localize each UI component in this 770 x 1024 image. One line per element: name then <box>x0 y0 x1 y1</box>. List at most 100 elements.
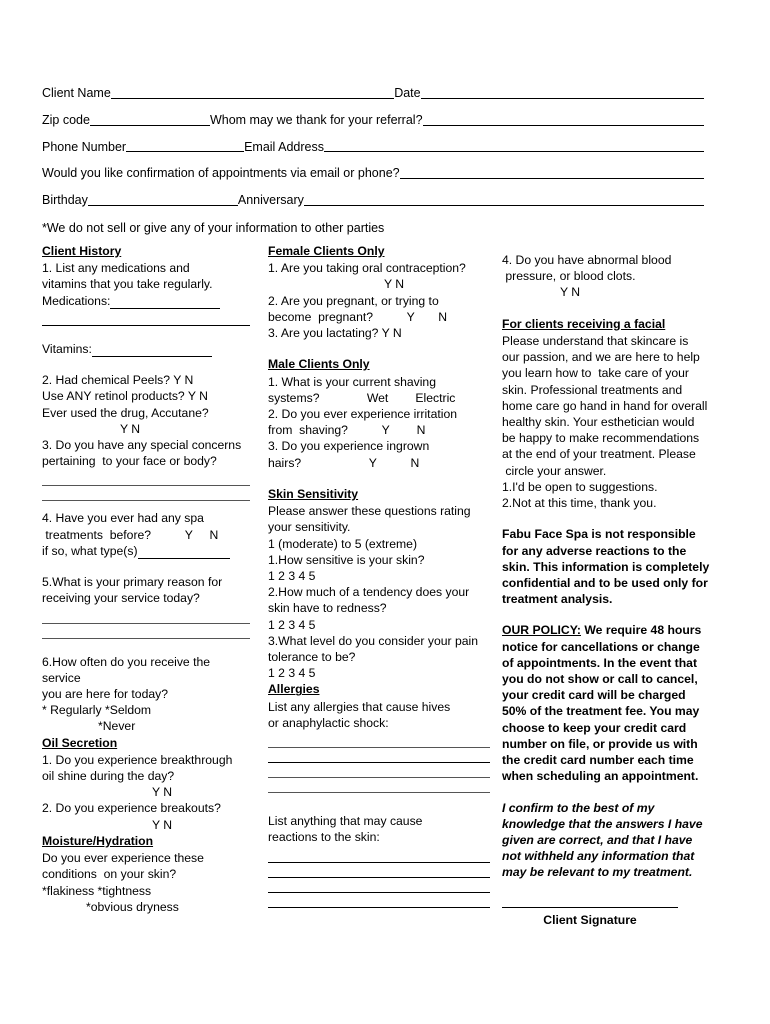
special-concerns-line-1[interactable] <box>42 485 250 487</box>
sensitivity-q3-scale[interactable]: 1 2 3 4 5 <box>268 665 490 681</box>
pregnancy-question[interactable]: 2. Are you pregnant, or trying to become… <box>268 293 490 325</box>
skin-reactions-line-3[interactable] <box>268 891 490 893</box>
spa-type-input[interactable] <box>137 547 230 560</box>
vitamins-field-row: Vitamins: <box>42 341 250 358</box>
service-frequency-options-2[interactable]: *Never <box>42 718 250 734</box>
allergies-line-1[interactable] <box>268 747 490 749</box>
birthday-label: Birthday <box>42 193 88 207</box>
facial-option-1[interactable]: 1.I'd be open to suggestions. <box>502 479 710 495</box>
moisture-hydration-heading: Moisture/Hydration <box>42 833 154 848</box>
cancellation-policy: OUR POLICY: We require 48 hours notice f… <box>502 622 710 784</box>
oral-contraception-yn[interactable]: Y N <box>268 276 490 292</box>
phone-number-input[interactable] <box>126 151 245 153</box>
primary-reason-line-1[interactable] <box>42 622 250 624</box>
phone-email-row: Phone Number Email Address <box>42 140 704 155</box>
oral-contraception-question: 1. Are you taking oral contraception? <box>268 261 466 276</box>
sensitivity-q1: 1.How sensitive is your skin? <box>268 552 425 567</box>
email-address-input[interactable] <box>323 151 704 153</box>
client-history-q1: 1. List any medications and vitamins tha… <box>42 261 213 292</box>
sensitivity-scale-note: 1 (moderate) to 5 (extreme) <box>268 536 418 551</box>
allergies-heading: Allergies <box>268 682 320 697</box>
allergies-line-3[interactable] <box>268 777 490 779</box>
spa-treatments-question[interactable]: 4. Have you ever had any spa treatments … <box>42 510 250 542</box>
accutane-question: Ever used the drug, Accutane? <box>42 405 209 420</box>
phone-number-label: Phone Number <box>42 139 127 154</box>
skin-reactions-line-4[interactable] <box>268 906 490 908</box>
client-name-input[interactable] <box>110 97 395 99</box>
right-column: 4. Do you have abnormal blood pressure, … <box>502 243 710 928</box>
privacy-note: *We do not sell or give any of your info… <box>42 220 385 235</box>
male-clients-heading: Male Clients Only <box>268 357 370 372</box>
allergies-hives-question: List any allergies that cause hives or a… <box>268 699 451 730</box>
moisture-options-2[interactable]: *obvious dryness <box>42 899 250 915</box>
zip-referral-row: Zip code Whom may we thank for your refe… <box>42 113 704 128</box>
facial-clients-heading: For clients receiving a facial <box>502 316 666 331</box>
anniversary-label: Anniversary <box>237 193 304 207</box>
policy-body: We require 48 hours notice for cancellat… <box>502 623 702 784</box>
medications-input[interactable] <box>110 297 221 309</box>
date-input[interactable] <box>420 97 704 99</box>
left-column: Client History 1. List any medications a… <box>42 243 250 915</box>
spa-type-row: if so, what type(s) <box>42 543 250 560</box>
facial-clients-body: Please understand that skincare is our p… <box>502 333 708 478</box>
skin-reactions-line-1[interactable] <box>268 861 490 863</box>
anniversary-input[interactable] <box>303 204 704 206</box>
middle-column: Female Clients Only 1. Are you taking or… <box>268 243 490 908</box>
shaving-system-question[interactable]: 1. What is your current shaving systems?… <box>268 374 490 406</box>
referral-label: Whom may we thank for your referral? <box>209 112 423 127</box>
medications-field-row: Medications: <box>42 293 250 309</box>
moisture-options-1[interactable]: *flakiness *tightness <box>42 883 250 899</box>
blood-pressure-yn[interactable]: Y N <box>502 284 710 300</box>
allergies-line-2[interactable] <box>268 762 490 764</box>
lactating-question[interactable]: 3. Are you lactating? Y N <box>268 325 490 341</box>
vitamins-label: Vitamins: <box>42 341 92 356</box>
retinol-products-question[interactable]: Use ANY retinol products? Y N <box>42 388 250 404</box>
sensitivity-q2-scale[interactable]: 1 2 3 4 5 <box>268 617 490 633</box>
female-clients-heading: Female Clients Only <box>268 244 385 258</box>
accutane-yn[interactable]: Y N <box>42 421 250 437</box>
oil-shine-question: 1. Do you experience breakthrough oil sh… <box>42 752 233 784</box>
confirmation-pref-label: Would you like confirmation of appointme… <box>42 166 400 181</box>
client-history-heading: Client History <box>42 244 122 258</box>
moisture-conditions-question: Do you ever experience these conditions … <box>42 851 204 882</box>
liability-statement: Fabu Face Spa is not responsible for any… <box>502 527 710 607</box>
chemical-peels-question[interactable]: 2. Had chemical Peels? Y N <box>42 372 250 388</box>
sensitivity-q1-scale[interactable]: 1 2 3 4 5 <box>268 568 490 584</box>
oil-shine-yn[interactable]: Y N <box>42 784 250 800</box>
confirmation-pref-input[interactable] <box>399 178 704 179</box>
skin-sensitivity-heading: Skin Sensitivity <box>268 486 359 501</box>
sensitivity-intro: Please answer these questions rating you… <box>268 504 471 535</box>
shaving-irritation-question[interactable]: 2. Do you ever experience irritation fro… <box>268 406 490 438</box>
facial-option-2[interactable]: 2.Not at this time, thank you. <box>502 495 710 511</box>
client-info-header: Client Name Date Zip code Whom may we th… <box>42 86 704 235</box>
client-signature-input[interactable] <box>502 906 678 908</box>
confirmation-statement: I confirm to the best of my knowledge th… <box>502 800 703 880</box>
birthday-anniversary-row: Birthday Anniversary <box>42 193 704 208</box>
email-address-label: Email Address <box>244 139 324 154</box>
date-label: Date <box>394 86 421 100</box>
birthday-input[interactable] <box>87 204 238 206</box>
breakouts-yn[interactable]: Y N <box>42 817 250 833</box>
ingrown-hairs-question[interactable]: 3. Do you experience ingrown hairs? Y N <box>268 438 490 470</box>
sensitivity-q3: 3.What level do you consider your pain t… <box>268 633 479 665</box>
skin-reactions-line-2[interactable] <box>268 876 490 878</box>
referral-input[interactable] <box>422 124 704 126</box>
special-concerns-question: 3. Do you have any special concerns pert… <box>42 437 242 469</box>
zip-code-input[interactable] <box>89 124 210 126</box>
client-name-row: Client Name Date <box>42 86 704 101</box>
vitamins-input[interactable] <box>91 345 212 358</box>
client-signature-caption: Client Signature <box>543 912 637 927</box>
service-frequency-options-1[interactable]: * Regularly *Seldom <box>42 702 250 718</box>
client-name-label: Client Name <box>42 86 111 100</box>
